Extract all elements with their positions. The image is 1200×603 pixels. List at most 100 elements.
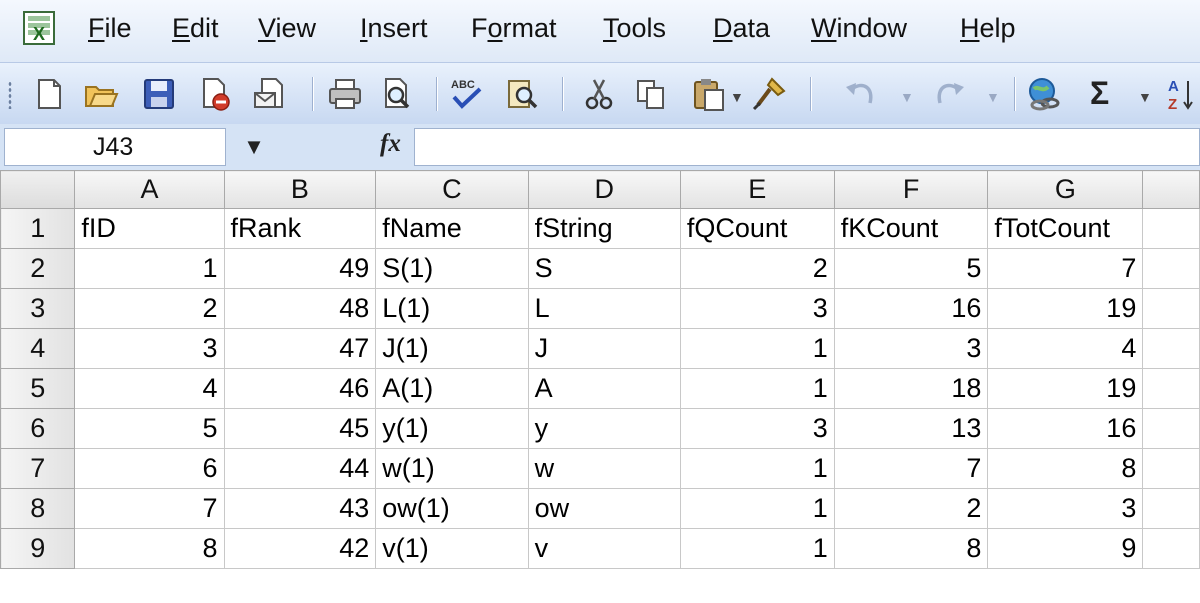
cell[interactable]: S <box>527 248 681 289</box>
row-header[interactable]: 5 <box>0 368 76 409</box>
spelling-icon[interactable]: ABC <box>448 75 486 113</box>
cell[interactable]: 1 <box>679 328 835 369</box>
cell[interactable] <box>1142 368 1200 409</box>
row-header[interactable]: 4 <box>0 328 76 369</box>
cell[interactable] <box>1142 288 1200 329</box>
save-icon[interactable] <box>140 75 178 113</box>
cell[interactable]: fKCount <box>833 208 989 249</box>
cell[interactable]: ow <box>527 488 681 529</box>
column-header[interactable]: A <box>74 170 225 209</box>
row-header[interactable]: 6 <box>0 408 76 449</box>
menu-file[interactable]: File <box>88 13 132 44</box>
cell[interactable]: fString <box>527 208 681 249</box>
menu-format[interactable]: Format <box>471 13 557 44</box>
column-header[interactable]: B <box>223 170 377 209</box>
open-icon[interactable] <box>82 75 120 113</box>
hyperlink-icon[interactable] <box>1026 75 1064 113</box>
cell[interactable] <box>1142 328 1200 369</box>
cell[interactable]: 44 <box>223 448 377 489</box>
cell[interactable]: 48 <box>223 288 377 329</box>
cell[interactable]: 1 <box>679 528 835 569</box>
column-header[interactable]: F <box>833 170 989 209</box>
cell[interactable]: 8 <box>833 528 989 569</box>
cell[interactable]: 46 <box>223 368 377 409</box>
autosum-icon[interactable]: Σ <box>1090 75 1109 112</box>
row-header[interactable]: 9 <box>0 528 76 569</box>
cell[interactable]: fTotCount <box>987 208 1144 249</box>
format-painter-icon[interactable] <box>750 75 788 113</box>
cell[interactable]: 47 <box>223 328 377 369</box>
column-header[interactable]: G <box>987 170 1144 209</box>
row-header[interactable]: 1 <box>0 208 76 249</box>
formula-input[interactable] <box>414 128 1200 166</box>
cell[interactable]: 49 <box>223 248 377 289</box>
cell[interactable]: v <box>527 528 681 569</box>
cell[interactable]: L(1) <box>375 288 529 329</box>
cell[interactable]: 4 <box>74 368 225 409</box>
row-header[interactable]: 7 <box>0 448 76 489</box>
cell[interactable]: 1 <box>74 248 225 289</box>
cell[interactable]: 43 <box>223 488 377 529</box>
cell[interactable] <box>1142 208 1200 249</box>
cell[interactable]: 3 <box>833 328 989 369</box>
cell[interactable] <box>1142 448 1200 489</box>
row-header[interactable]: 3 <box>0 288 76 329</box>
autosum-arrow[interactable]: ▼ <box>1138 89 1152 105</box>
cell[interactable] <box>1142 248 1200 289</box>
column-header[interactable] <box>1142 170 1200 209</box>
cell[interactable]: L <box>527 288 681 329</box>
toolbar-grip[interactable] <box>8 81 12 109</box>
cell[interactable]: y(1) <box>375 408 529 449</box>
row-header[interactable]: 2 <box>0 248 76 289</box>
cell[interactable]: 19 <box>987 288 1144 329</box>
undo-icon[interactable] <box>842 75 880 113</box>
cell[interactable]: 8 <box>987 448 1144 489</box>
column-header[interactable]: C <box>375 170 529 209</box>
cell[interactable]: 2 <box>74 288 225 329</box>
cell[interactable]: 42 <box>223 528 377 569</box>
cell[interactable]: 3 <box>679 288 835 329</box>
undo-list-arrow[interactable]: ▼ <box>900 89 914 105</box>
print-preview-icon[interactable] <box>378 75 416 113</box>
cell[interactable]: 3 <box>987 488 1144 529</box>
copy-icon[interactable] <box>632 75 670 113</box>
cell[interactable]: 4 <box>987 328 1144 369</box>
menu-view[interactable]: View <box>258 13 316 44</box>
new-icon[interactable] <box>30 75 68 113</box>
cell[interactable]: 45 <box>223 408 377 449</box>
redo-list-arrow[interactable]: ▼ <box>986 89 1000 105</box>
cell[interactable]: 7 <box>74 488 225 529</box>
permission-icon[interactable] <box>196 75 234 113</box>
cell[interactable]: fRank <box>223 208 377 249</box>
research-icon[interactable] <box>504 75 542 113</box>
cell[interactable]: 19 <box>987 368 1144 409</box>
select-all-corner[interactable] <box>0 170 76 209</box>
cell[interactable]: 8 <box>74 528 225 569</box>
cell[interactable]: 5 <box>833 248 989 289</box>
cell[interactable]: 16 <box>833 288 989 329</box>
cell[interactable]: 7 <box>833 448 989 489</box>
column-header[interactable]: E <box>679 170 835 209</box>
menu-tools[interactable]: Tools <box>603 13 666 44</box>
menu-insert[interactable]: Insert <box>360 13 428 44</box>
cell[interactable]: 1 <box>679 448 835 489</box>
print-icon[interactable] <box>326 75 364 113</box>
menu-edit[interactable]: Edit <box>172 13 219 44</box>
cell[interactable]: 5 <box>74 408 225 449</box>
cell[interactable]: 16 <box>987 408 1144 449</box>
cell[interactable]: A(1) <box>375 368 529 409</box>
excel-app-icon[interactable]: X <box>22 10 58 48</box>
cell[interactable]: 2 <box>679 248 835 289</box>
cut-icon[interactable] <box>580 75 618 113</box>
row-header[interactable]: 8 <box>0 488 76 529</box>
cell[interactable]: fQCount <box>679 208 835 249</box>
cell[interactable]: w(1) <box>375 448 529 489</box>
cell[interactable] <box>1142 528 1200 569</box>
paste-icon[interactable] <box>690 75 728 113</box>
cell[interactable]: 3 <box>679 408 835 449</box>
cell[interactable]: 13 <box>833 408 989 449</box>
cell[interactable]: v(1) <box>375 528 529 569</box>
insert-function-button[interactable]: fx <box>380 130 401 158</box>
cell[interactable]: 1 <box>679 488 835 529</box>
email-icon[interactable] <box>252 75 290 113</box>
